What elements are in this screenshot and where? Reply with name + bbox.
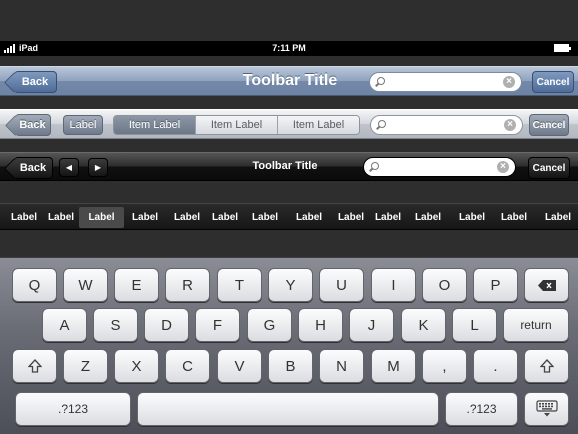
search-field[interactable]: × xyxy=(369,72,522,92)
tab-item[interactable]: Label xyxy=(495,207,533,228)
key-comma[interactable]: , xyxy=(422,349,467,383)
key-p[interactable]: P xyxy=(473,268,518,302)
key-v[interactable]: V xyxy=(217,349,262,383)
tab-item[interactable]: Label xyxy=(453,207,491,228)
tab-item[interactable]: Label xyxy=(539,207,577,228)
back-button-label: Back xyxy=(19,162,47,174)
back-button[interactable]: Back xyxy=(4,114,51,137)
segment-item-1[interactable]: Item Label xyxy=(114,116,195,134)
key-i[interactable]: I xyxy=(371,268,416,302)
key-q[interactable]: Q xyxy=(12,268,57,302)
toolbar-title: Toolbar Title xyxy=(242,72,338,89)
key-l[interactable]: L xyxy=(452,308,497,342)
key-n[interactable]: N xyxy=(319,349,364,383)
clear-icon[interactable]: × xyxy=(504,119,516,131)
keyboard-hide-icon xyxy=(535,400,558,417)
search-icon xyxy=(371,162,379,170)
shift-icon xyxy=(27,359,42,373)
back-button-label: Back xyxy=(19,119,46,131)
space-bar[interactable] xyxy=(137,392,439,426)
key-j[interactable]: J xyxy=(349,308,394,342)
back-button-label: Back xyxy=(21,76,49,88)
key-y[interactable]: Y xyxy=(268,268,313,302)
key-h[interactable]: H xyxy=(298,308,343,342)
tab-item-selected[interactable]: Label xyxy=(79,207,124,228)
key-a[interactable]: A xyxy=(42,308,87,342)
tab-item[interactable]: Label xyxy=(42,207,80,228)
toolbar-silver: Back Label Item Label Item Label Item La… xyxy=(0,109,578,139)
return-key[interactable]: return xyxy=(503,308,569,342)
backspace-icon xyxy=(537,279,556,291)
key-f[interactable]: F xyxy=(195,308,240,342)
keyboard: Q W E R T Y U I O P A S D F G H J K L re… xyxy=(0,257,578,434)
key-r[interactable]: R xyxy=(165,268,210,302)
label-tab-strip: Label Label Label Label Label Label Labe… xyxy=(0,203,578,230)
clear-icon[interactable]: × xyxy=(503,76,515,88)
key-u[interactable]: U xyxy=(319,268,364,302)
key-w[interactable]: W xyxy=(63,268,108,302)
search-field[interactable]: × xyxy=(363,157,516,177)
tab-item[interactable]: Label xyxy=(168,207,206,228)
key-o[interactable]: O xyxy=(422,268,467,302)
key-d[interactable]: D xyxy=(144,308,189,342)
key-t[interactable]: T xyxy=(217,268,262,302)
segment-item-2[interactable]: Item Label xyxy=(195,116,277,134)
key-k[interactable]: K xyxy=(401,308,446,342)
backspace-key[interactable] xyxy=(524,268,569,302)
key-b[interactable]: B xyxy=(268,349,313,383)
cancel-button[interactable]: Cancel xyxy=(528,157,570,179)
left-triangle-icon: ◀ xyxy=(65,163,73,172)
segmented-control: Item Label Item Label Item Label xyxy=(113,115,360,135)
tab-item[interactable]: Label xyxy=(290,207,328,228)
back-button[interactable]: Back xyxy=(3,71,57,94)
key-z[interactable]: Z xyxy=(63,349,108,383)
cancel-button[interactable]: Cancel xyxy=(529,114,569,136)
toolbar-black: Back ◀ ▶ Toolbar Title × Cancel xyxy=(0,152,578,181)
numbers-key-left[interactable]: .?123 xyxy=(15,392,131,426)
cancel-button[interactable]: Cancel xyxy=(532,71,574,93)
key-period[interactable]: . xyxy=(473,349,518,383)
shift-icon xyxy=(539,359,554,373)
hide-keyboard-key[interactable] xyxy=(524,392,569,426)
tab-item[interactable]: Label xyxy=(332,207,370,228)
right-triangle-icon: ▶ xyxy=(94,163,102,172)
left-shift-key[interactable] xyxy=(12,349,57,383)
search-field[interactable]: × xyxy=(370,115,523,135)
search-icon xyxy=(378,120,386,128)
back-button[interactable]: Back xyxy=(3,157,53,180)
numbers-key-right[interactable]: .?123 xyxy=(445,392,518,426)
next-button[interactable]: ▶ xyxy=(88,158,108,177)
label-button[interactable]: Label xyxy=(63,115,103,135)
toolbar-title: Toolbar Title xyxy=(252,160,318,172)
tab-item[interactable]: Label xyxy=(206,207,244,228)
right-shift-key[interactable] xyxy=(524,349,569,383)
key-x[interactable]: X xyxy=(114,349,159,383)
toolbar-blue: Back Toolbar Title × Cancel xyxy=(0,66,578,96)
tab-item[interactable]: Label xyxy=(4,207,44,228)
key-m[interactable]: M xyxy=(371,349,416,383)
battery-icon xyxy=(554,44,571,52)
status-bar: iPad 7:11 PM xyxy=(0,41,578,56)
clear-icon[interactable]: × xyxy=(497,161,509,173)
tab-item[interactable]: Label xyxy=(246,207,284,228)
tab-item[interactable]: Label xyxy=(369,207,407,228)
tab-item[interactable]: Label xyxy=(409,207,447,228)
key-g[interactable]: G xyxy=(247,308,292,342)
previous-button[interactable]: ◀ xyxy=(59,158,79,177)
key-e[interactable]: E xyxy=(114,268,159,302)
segment-item-3[interactable]: Item Label xyxy=(277,116,359,134)
key-s[interactable]: S xyxy=(93,308,138,342)
tab-item[interactable]: Label xyxy=(126,207,164,228)
search-icon xyxy=(377,77,385,85)
key-c[interactable]: C xyxy=(165,349,210,383)
status-time: 7:11 PM xyxy=(272,43,306,53)
